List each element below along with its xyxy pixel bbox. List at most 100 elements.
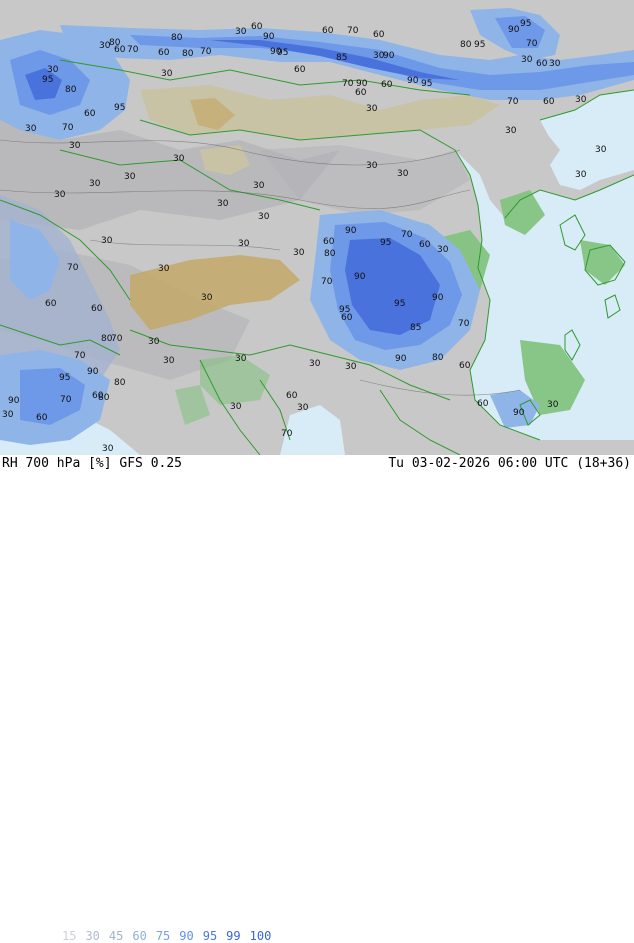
contour-label: 30 [575, 95, 587, 105]
map-datetime: Tu 03-02-2026 06:00 UTC (18+36) [388, 456, 631, 471]
contour-label: 30 [521, 55, 533, 65]
contour-label: 90 [432, 293, 444, 303]
contour-label: 95 [42, 75, 53, 85]
contour-label: 60 [45, 299, 57, 309]
contour-label: 80 [460, 40, 472, 50]
contour-label: 30 [25, 124, 37, 134]
contour-label: 90 [395, 354, 407, 364]
contour-label: 30 [345, 362, 357, 372]
contour-label: 30 [173, 154, 185, 164]
contour-label: 30 [201, 293, 213, 303]
contour-label: 70 [127, 45, 139, 55]
legend-level-75: 75 [155, 929, 171, 943]
contour-label: 70 [200, 47, 212, 57]
contour-label: 70 [347, 26, 359, 36]
contour-label: 30 [505, 126, 517, 136]
contour-label: 60 [419, 240, 431, 250]
contour-label: 30 [217, 199, 229, 209]
contour-label: 70 [526, 39, 538, 49]
contour-label: 90 [508, 25, 520, 35]
contour-label: 30 [293, 248, 305, 258]
contour-label: 30 [230, 402, 242, 412]
contour-label: 80 [98, 393, 110, 403]
contour-label: 30 [124, 172, 136, 182]
legend-level-30: 30 [85, 929, 100, 943]
weather-map[interactable]: 30 60 90 60 70 60 90 95 30 60 70 60 80 80 70 90 95 60 85 30… [0, 0, 634, 455]
contour-label: 60 [373, 30, 385, 40]
legend-level-60: 60 [132, 929, 147, 943]
contour-label: 60 [381, 80, 393, 90]
contour-label: 60 [36, 413, 48, 423]
contour-label: 60 [323, 237, 335, 247]
contour-label: 30 [547, 400, 559, 410]
contour-label: 30 [238, 239, 250, 249]
contour-label: 30 [54, 190, 66, 200]
contour-label: 95 [277, 48, 288, 58]
contour-label: 70 [458, 319, 470, 329]
contour-label: 30 [309, 359, 321, 369]
contour-label: 90 [87, 367, 99, 377]
contour-label: 30 [2, 410, 14, 420]
contour-label: 70 [507, 97, 519, 107]
contour-label: 60 [91, 304, 103, 314]
contour-label: 30 [595, 145, 607, 155]
contour-label: 90 [407, 76, 419, 86]
contour-label: 60 [294, 65, 306, 75]
contour-label: 30 [89, 179, 101, 189]
legend-level-15: 15 [62, 929, 77, 943]
map-title: RH 700 hPa [%] GFS 0.25 [2, 456, 183, 471]
contour-label: 30 [69, 141, 81, 151]
contour-label: 90 [345, 226, 357, 236]
contour-label: 80 [171, 33, 183, 43]
legend-level-45: 45 [108, 929, 124, 943]
contour-label: 90 [8, 396, 20, 406]
contour-label: 95 [520, 19, 531, 29]
contour-label: 80 [432, 353, 444, 363]
map-canvas: 30 609060 70 60 909530 60 70 608080 70 90956085 30… [0, 0, 634, 455]
contour-label: 70 [401, 230, 413, 240]
contour-label: 80 [182, 49, 194, 59]
contour-label: 70 [321, 277, 333, 287]
legend-level-95: 95 [202, 929, 218, 943]
contour-label: 95 [114, 103, 125, 113]
contour-label: 30 [575, 170, 587, 180]
contour-label: 80 [65, 85, 77, 95]
map-footer: RH 700 hPa [%] GFS 0.25 Tu 03-02-2026 06… [0, 455, 634, 943]
contour-label: 60 [543, 97, 555, 107]
contour-label: 30 [253, 181, 265, 191]
contour-label: 30 [161, 69, 173, 79]
contour-label: 30 [366, 161, 378, 171]
contour-label: 30 [101, 236, 113, 246]
legend-level-99: 99 [226, 929, 241, 943]
contour-label: 30 [437, 245, 449, 255]
contour-label: 30 [102, 444, 114, 454]
contour-label: 85 [410, 323, 421, 333]
contour-label: 90 [263, 32, 275, 42]
contour-label: 60 [459, 361, 471, 371]
contour-label: 90 [356, 79, 368, 89]
contour-label: 70 [62, 123, 74, 133]
contour-label: 30 [235, 27, 247, 37]
legend-level-90: 90 [179, 929, 194, 943]
contour-label: 70 [60, 395, 72, 405]
contour-label: 95 [380, 238, 391, 248]
contour-label: 95 [59, 373, 70, 383]
contour-label: 60 [477, 399, 489, 409]
contour-label: 70 [342, 79, 354, 89]
contour-label: 60 [251, 22, 263, 32]
contour-label: 30 [397, 169, 409, 179]
contour-label: 90 [354, 272, 366, 282]
contour-label: 60 [536, 59, 548, 69]
contour-label: 80 [114, 378, 126, 388]
contour-label: 90 [383, 51, 395, 61]
contour-label: 95 [394, 299, 405, 309]
contour-label: 95 [421, 79, 432, 89]
contour-label: 70 [74, 351, 86, 361]
contour-label: 95 [474, 40, 485, 50]
contour-label: 60 [341, 313, 353, 323]
contour-label: 60 [322, 26, 334, 36]
contour-label: 30 [47, 65, 59, 75]
contour-label: 30 [549, 59, 561, 69]
contour-label: 60 [158, 48, 170, 58]
legend-level-100: 100 [249, 929, 272, 943]
